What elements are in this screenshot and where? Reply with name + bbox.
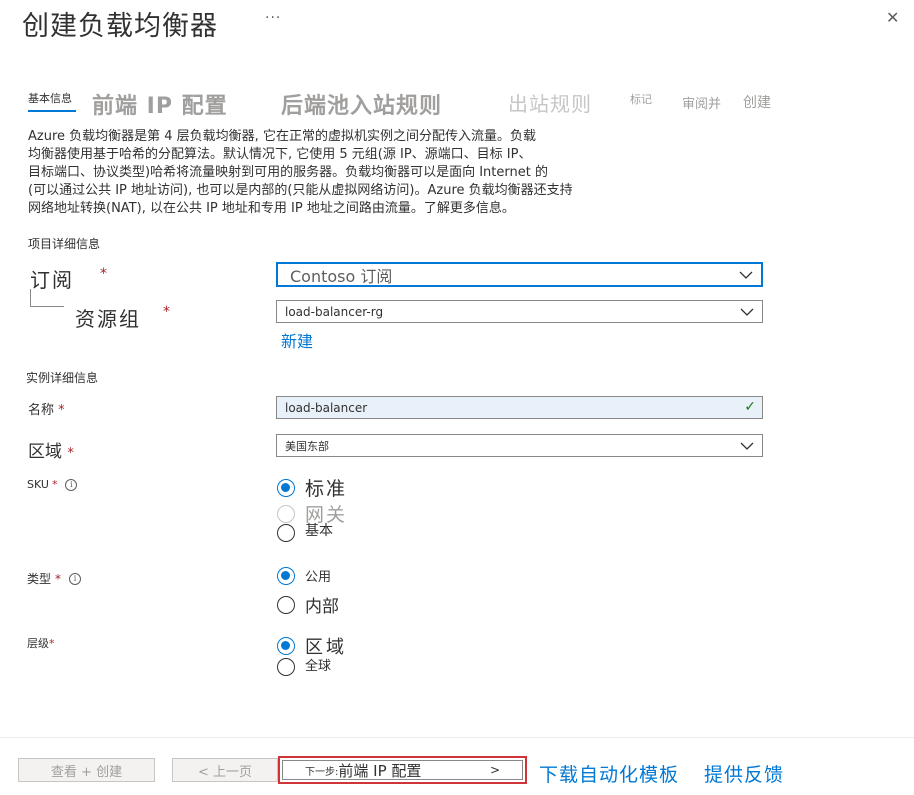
type-option-public[interactable]: 公用: [277, 566, 331, 585]
feedback-link[interactable]: 提供反馈: [704, 760, 784, 787]
next-frontend-ip-button[interactable]: 下一步: 前端 IP 配置 >: [278, 756, 527, 784]
checkmark-icon: ✓: [744, 399, 756, 415]
type-option-internal[interactable]: 内部: [277, 592, 339, 617]
tab-review[interactable]: 审阅并: [682, 93, 721, 112]
previous-button[interactable]: < 上一页: [172, 758, 278, 782]
tab-create[interactable]: 创建: [743, 92, 771, 112]
sku-label: SKU * i: [27, 478, 78, 491]
subscription-value: Contoso 订阅: [290, 266, 393, 286]
required-marker: *: [55, 571, 62, 586]
required-marker: *: [100, 266, 107, 282]
tab-frontend-ip[interactable]: 前端 IP 配置: [92, 88, 228, 120]
description-line: 网络地址转换(NAT), 以在公共 IP 地址和专用 IP 地址之间路由流量。了…: [28, 201, 515, 216]
sku-option-label: 标准: [305, 478, 348, 500]
tab-backend-pools-inbound[interactable]: 后端池入站规则: [281, 88, 442, 120]
required-marker: *: [67, 446, 74, 461]
description-line: 目标端口、协议类型)哈希将流量映射到可用的服务器。负载均衡器可以是面向 Inte…: [28, 165, 548, 180]
radio-icon: [277, 524, 295, 542]
tab-outbound-rules[interactable]: 出站规则: [508, 88, 592, 117]
radio-disabled-icon: [277, 504, 295, 523]
resource-group-label: 资源组: [75, 307, 141, 331]
radio-selected-icon: [277, 637, 295, 655]
type-label: 类型 * i: [27, 570, 82, 587]
type-option-label: 公用: [305, 570, 332, 585]
sku-label-text: SKU: [27, 478, 49, 491]
download-template-link[interactable]: 下载自动化模板: [539, 760, 679, 787]
description: Azure 负载均衡器是第 4 层负载均衡器, 它在正常的虚拟机实例之间分配传入…: [28, 128, 728, 218]
radio-icon: [277, 595, 295, 614]
region-label: 区域 *: [28, 437, 74, 462]
type-label-text: 类型: [27, 572, 52, 586]
resource-group-value: load-balancer-rg: [285, 304, 384, 319]
name-input[interactable]: load-balancer ✓: [276, 396, 763, 419]
required-marker: *: [58, 403, 65, 418]
project-details-heading: 项目详细信息: [28, 237, 101, 251]
name-label: 名称 *: [28, 399, 65, 418]
tier-option-label: 全球: [305, 658, 332, 674]
footer-divider: [0, 737, 914, 738]
page-title: 创建负载均衡器: [22, 11, 218, 42]
tier-label-text: 层级: [27, 637, 49, 650]
next-label: 前端 IP 配置: [338, 761, 422, 780]
close-icon[interactable]: ✕: [886, 8, 899, 27]
required-marker: *: [51, 478, 58, 491]
info-icon[interactable]: i: [69, 572, 82, 585]
tree-connector: [30, 289, 64, 307]
name-label-text: 名称: [28, 403, 55, 418]
sku-option-label: 基本: [305, 523, 333, 539]
region-select[interactable]: 美国东部: [276, 434, 763, 457]
more-options-icon[interactable]: ···: [265, 10, 281, 26]
name-value: load-balancer: [285, 400, 368, 415]
instance-details-heading: 实例详细信息: [26, 371, 99, 385]
required-marker: *: [49, 637, 55, 650]
chevron-down-icon: [739, 271, 753, 279]
chevron-right-icon: >: [489, 763, 500, 777]
required-marker: *: [163, 304, 170, 320]
region-value: 美国东部: [285, 439, 329, 453]
create-new-link[interactable]: 新建: [281, 328, 313, 352]
radio-selected-icon: [277, 566, 295, 585]
chevron-down-icon: [740, 442, 754, 450]
type-option-label: 内部: [305, 597, 339, 617]
review-create-button[interactable]: 查看 + 创建: [18, 758, 155, 782]
tier-option-global[interactable]: 全球: [277, 658, 331, 676]
next-button-body: 下一步: 前端 IP 配置 >: [282, 760, 523, 780]
region-label-text: 区域: [28, 442, 62, 462]
tab-tags[interactable]: 标记: [630, 91, 652, 107]
tab-basics[interactable]: 基本信息: [28, 90, 72, 106]
radio-icon: [277, 658, 295, 676]
description-line: Azure 负载均衡器是第 4 层负载均衡器, 它在正常的虚拟机实例之间分配传入…: [28, 129, 536, 144]
sku-option-basic[interactable]: 基本: [277, 523, 333, 542]
chevron-down-icon: [740, 308, 754, 316]
resource-group-select[interactable]: load-balancer-rg: [276, 300, 763, 323]
description-line: 均衡器使用基于哈希的分配算法。默认情况下, 它使用 5 元组(源 IP、源端口、…: [28, 147, 532, 162]
sku-option-standard[interactable]: 标准: [277, 474, 347, 501]
tier-label: 层级*: [27, 635, 55, 651]
active-tab-indicator: [28, 110, 76, 112]
info-icon[interactable]: i: [65, 478, 78, 491]
subscription-select[interactable]: Contoso 订阅: [276, 262, 763, 287]
description-line: (可以通过公共 IP 地址访问), 也可以是内部的(只能从虚拟网络访问)。Azu…: [28, 183, 573, 198]
radio-selected-icon: [277, 478, 295, 497]
next-prefix: 下一步:: [305, 766, 339, 778]
